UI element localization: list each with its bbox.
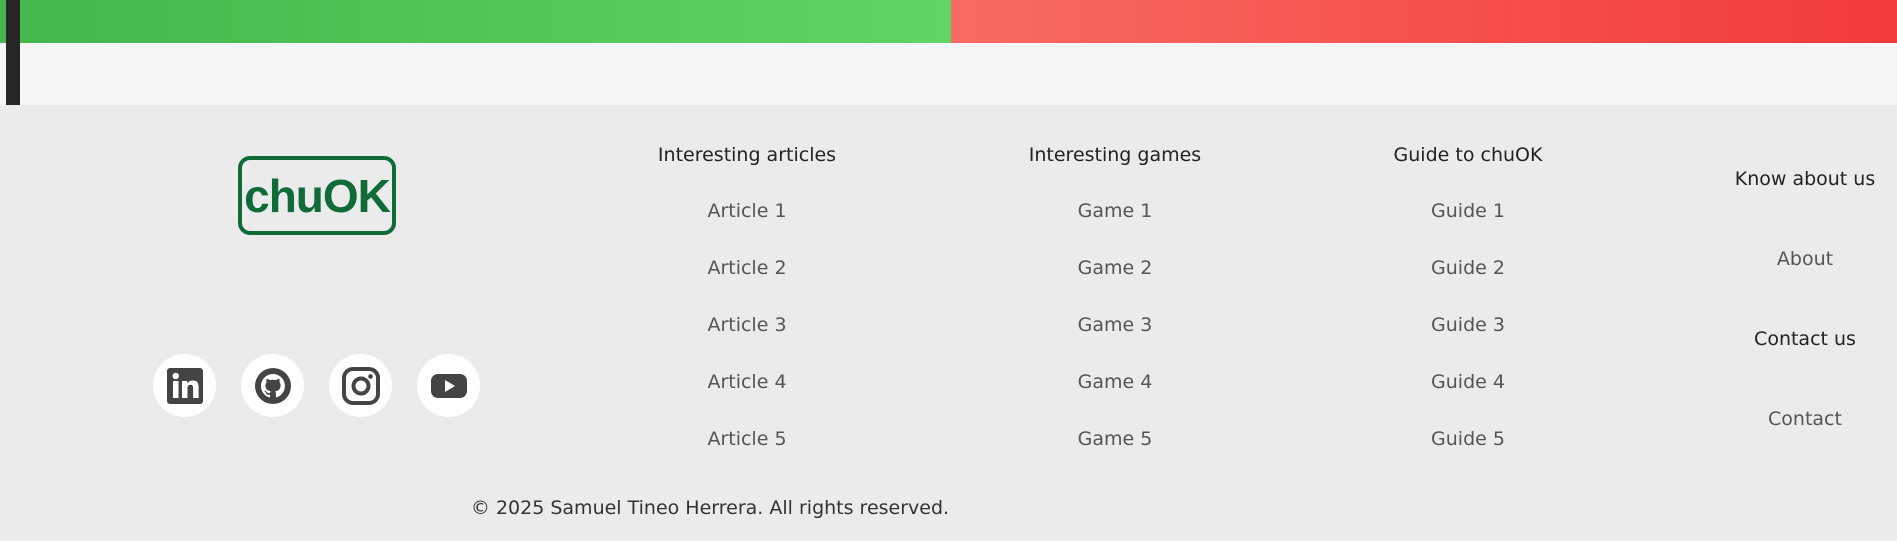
contact-us-heading: Contact us [1754,328,1856,350]
articles-column: Interesting articles Article 1 Article 2… [597,139,897,468]
guide-link-5[interactable]: Guide 5 [1318,411,1618,468]
guide-heading: Guide to chuOK [1393,144,1543,166]
guide-list: Guide 1 Guide 2 Guide 3 Guide 4 Guide 5 [1318,183,1618,468]
games-heading: Interesting games [1028,144,1202,166]
copyright-text: © 2025 Samuel Tineo Herrera. All rights … [470,497,950,519]
red-bar-segment [951,0,1897,43]
game-link-4[interactable]: Game 4 [965,354,1265,411]
article-link-1[interactable]: Article 1 [597,183,897,240]
site-footer: chuOK Interesting articles Article 1 Art… [0,105,1897,541]
game-link-1[interactable]: Game 1 [965,183,1265,240]
chuok-logo[interactable]: chuOK [238,156,396,235]
game-link-2[interactable]: Game 2 [965,240,1265,297]
article-link-2[interactable]: Article 2 [597,240,897,297]
github-icon [254,367,291,404]
social-links [153,354,480,417]
youtube-link[interactable] [417,354,480,417]
guide-column: Guide to chuOK Guide 1 Guide 2 Guide 3 G… [1318,139,1618,468]
article-link-5[interactable]: Article 5 [597,411,897,468]
games-column: Interesting games Game 1 Game 2 Game 3 G… [965,139,1265,468]
content-spacer [0,43,1897,105]
green-bar-segment [0,0,951,43]
instagram-icon [341,366,380,405]
know-about-us-heading: Know about us [1734,168,1876,190]
linkedin-link[interactable] [153,354,216,417]
guide-link-2[interactable]: Guide 2 [1318,240,1618,297]
game-link-5[interactable]: Game 5 [965,411,1265,468]
linkedin-icon [166,367,203,404]
top-color-bar [0,0,1897,43]
youtube-icon [430,373,467,398]
page: chuOK Interesting articles Article 1 Art… [0,0,1897,541]
github-link[interactable] [241,354,304,417]
game-link-3[interactable]: Game 3 [965,297,1265,354]
guide-link-1[interactable]: Guide 1 [1318,183,1618,240]
instagram-link[interactable] [329,354,392,417]
logo-text: chuOK [244,169,391,222]
articles-heading: Interesting articles [657,144,837,166]
article-link-3[interactable]: Article 3 [597,297,897,354]
articles-list: Article 1 Article 2 Article 3 Article 4 … [597,183,897,468]
guide-link-4[interactable]: Guide 4 [1318,354,1618,411]
about-link[interactable]: About [1705,233,1897,313]
contact-link[interactable]: Contact [1705,393,1897,473]
about-column: Know about us About Contact us Contact [1705,153,1897,473]
games-list: Game 1 Game 2 Game 3 Game 4 Game 5 [965,183,1265,468]
article-link-4[interactable]: Article 4 [597,354,897,411]
guide-link-3[interactable]: Guide 3 [1318,297,1618,354]
